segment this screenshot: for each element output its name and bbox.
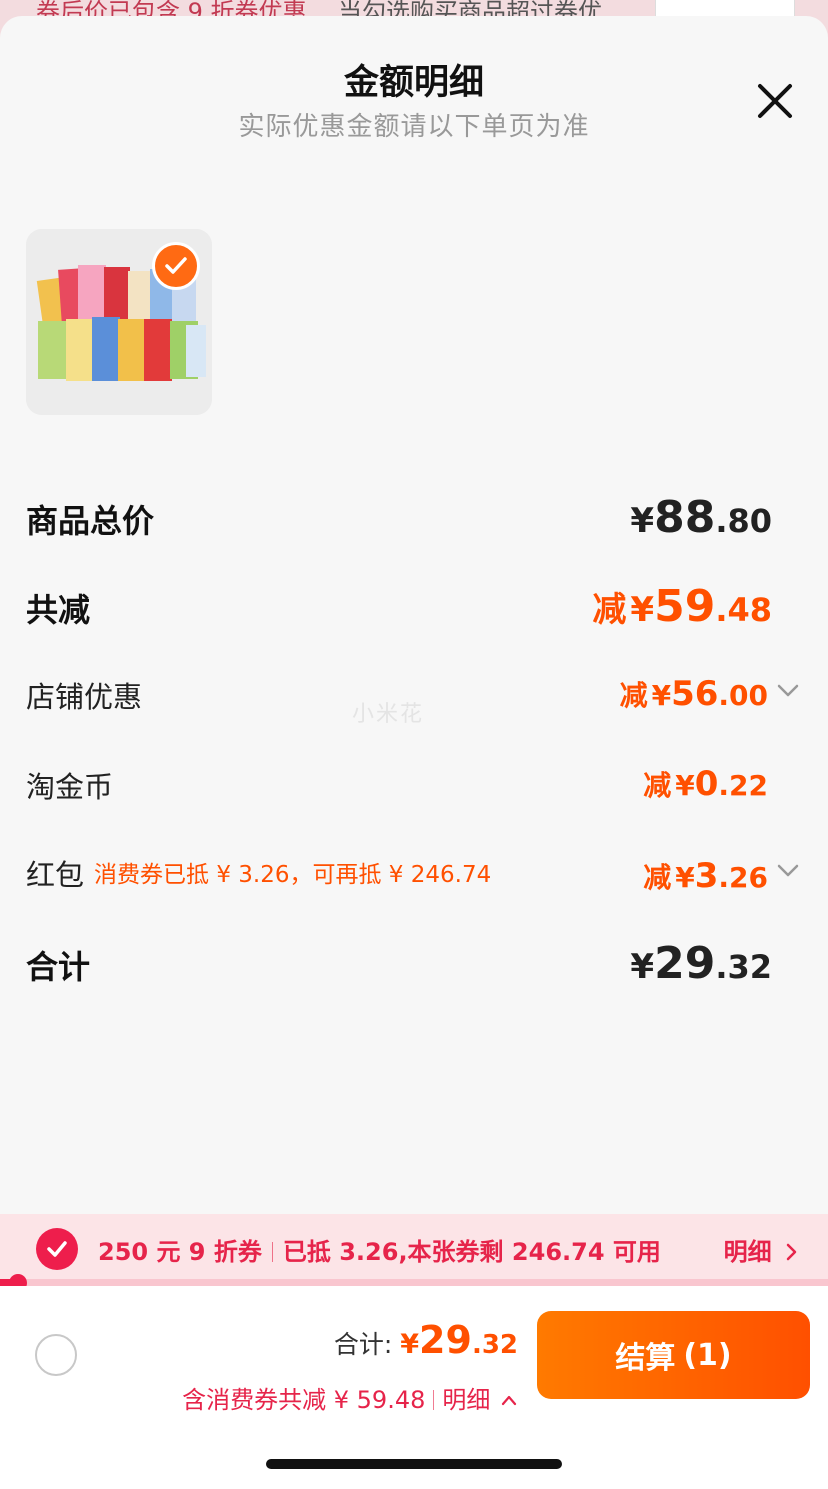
red-packet-row[interactable]: 红包 消费券已抵 ¥ 3.26，可再抵 ¥ 246.74 减 ¥3.26: [26, 852, 799, 896]
subtotal-row: 商品总价 ¥88.80: [26, 492, 772, 543]
select-all-checkbox[interactable]: [35, 1334, 77, 1376]
coins-row: 淘金币 减 ¥0.22: [26, 764, 772, 806]
coins-label: 淘金币: [26, 770, 114, 804]
footer-total: 合计: ¥29.32: [333, 1318, 518, 1362]
checkout-count: (1): [683, 1337, 732, 1373]
product-selected-badge[interactable]: [152, 242, 200, 290]
shop-discount-label: 店铺优惠: [26, 680, 143, 714]
total-discount-amount: 减 ¥59.48: [592, 581, 772, 632]
footer-saving-detail: 明细: [442, 1386, 491, 1414]
total-discount-row: 共减 减 ¥59.48: [26, 581, 772, 632]
close-icon: [758, 84, 792, 118]
chevron-up-icon: [501, 1395, 517, 1406]
chevron-down-icon[interactable]: [774, 856, 802, 884]
watermark: 小米花: [352, 702, 425, 727]
sheet-subtitle: 实际优惠金额请以下单页为准: [238, 112, 590, 142]
home-indicator: [266, 1459, 562, 1469]
coupon-name: 250 元 9 折券: [98, 1238, 262, 1266]
checkout-label: 结算: [615, 1341, 676, 1376]
footer-total-label: 合计:: [333, 1330, 393, 1359]
subtotal-label: 商品总价: [26, 502, 155, 540]
total-discount-label: 共减: [26, 591, 91, 629]
checkmark-icon: [47, 1241, 67, 1257]
amount-detail-sheet: 金额明细 实际优惠金额请以下单页为准 商品总价 ¥88.80 共减 减 ¥59.…: [0, 16, 828, 1489]
red-packet-label: 红包: [26, 858, 85, 892]
chevron-down-icon[interactable]: [774, 676, 802, 704]
close-button[interactable]: [752, 78, 798, 124]
footer-saving-text: 含消费券共减 ¥ 59.48: [182, 1386, 426, 1414]
grand-total-label: 合计: [26, 948, 91, 986]
sheet-title: 金额明细: [343, 63, 484, 103]
checkmark-icon: [165, 257, 187, 274]
divider: [433, 1390, 435, 1410]
coins-amount: 减 ¥0.22: [643, 764, 768, 804]
subtotal-amount: ¥88.80: [630, 492, 772, 543]
shop-discount-amount: 减 ¥56.00: [619, 674, 768, 714]
coupon-progress-bar: [0, 1274, 828, 1292]
red-packet-label-group: 红包 消费券已抵 ¥ 3.26，可再抵 ¥ 246.74: [26, 852, 491, 894]
chevron-right-icon: [786, 1243, 797, 1261]
grand-total-row: 合计 ¥29.32: [26, 938, 772, 989]
coupon-detail-link[interactable]: 明细: [724, 1232, 800, 1267]
red-packet-amount: 减 ¥3.26: [643, 856, 768, 896]
grand-total-amount: ¥29.32: [630, 938, 772, 989]
coupon-detail-label: 明细: [723, 1238, 772, 1266]
coupon-status: 已抵 3.26,本张券剩 246.74 可用: [282, 1238, 661, 1266]
coupon-bar[interactable]: 250 元 9 折券 已抵 3.26,本张券剩 246.74 可用 明细: [0, 1214, 828, 1282]
footer-saving[interactable]: 含消费券共减 ¥ 59.48 明细: [182, 1380, 518, 1415]
divider: [271, 1242, 273, 1262]
coupon-info: 250 元 9 折券 已抵 3.26,本张券剩 246.74 可用: [98, 1232, 661, 1267]
checkout-button[interactable]: 结算 (1): [537, 1311, 810, 1399]
coupon-checkbox[interactable]: [36, 1228, 78, 1270]
red-packet-note: 消费券已抵 ¥ 3.26，可再抵 ¥ 246.74: [94, 862, 492, 888]
